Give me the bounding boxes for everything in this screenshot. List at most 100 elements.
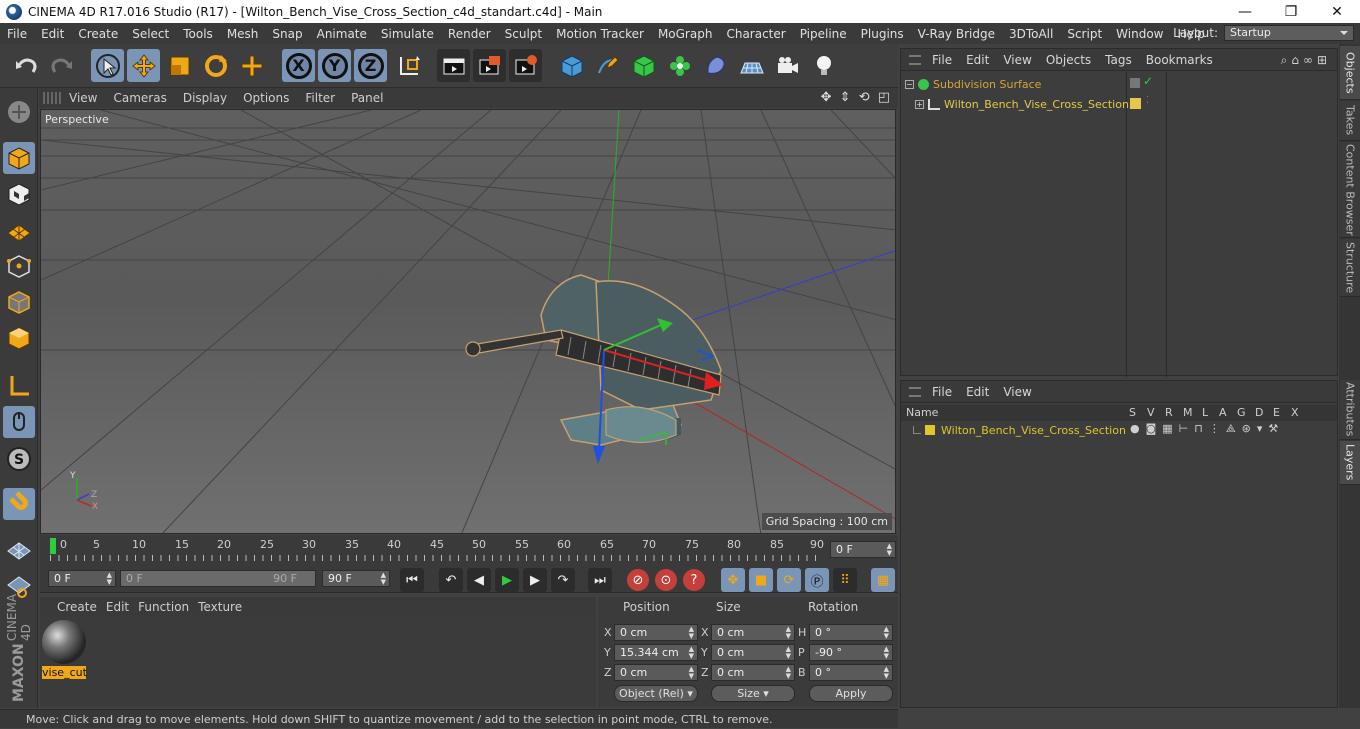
perspective-viewport[interactable]: Y Z X Perspective Grid Spacing : 100 cm	[40, 109, 896, 534]
key-scale-button[interactable]: ■	[749, 568, 773, 592]
keyframe-selection-button[interactable]: ?	[683, 569, 705, 591]
tweak-mode-button[interactable]	[3, 406, 35, 438]
object-menu-tags[interactable]: Tags	[1098, 53, 1139, 67]
expand-toggle-icon[interactable]: +	[915, 99, 924, 109]
polygons-mode-button[interactable]	[3, 322, 35, 354]
size-z-field[interactable]: 0 cm ▲ ▼	[711, 664, 795, 681]
layer-flag-icons[interactable]: ●◙▦⊢⊓⋮⟁⊛▾⚒	[1130, 422, 1284, 436]
minimize-button[interactable]: —	[1222, 0, 1268, 23]
previous-key-button[interactable]: ↶	[439, 568, 463, 592]
render-dot-icons[interactable]: ⁚	[1146, 95, 1149, 106]
menu-script[interactable]: Script	[1060, 27, 1109, 41]
maximize-button[interactable]: ❐	[1268, 0, 1314, 23]
material-menu-create[interactable]: Create	[40, 600, 106, 614]
timeline-window-button[interactable]: ▦	[871, 568, 895, 592]
viewport-menu-panel[interactable]: Panel	[343, 91, 391, 105]
col-solo[interactable]: S	[1129, 406, 1136, 419]
col-deformers[interactable]: D	[1255, 406, 1263, 419]
layer-color-tag[interactable]	[1130, 98, 1141, 109]
tab-takes[interactable]: Takes	[1340, 101, 1360, 141]
pos-z-field[interactable]: 0 cm ▲ ▼	[614, 664, 698, 681]
material-menu-texture[interactable]: Texture	[198, 600, 251, 614]
col-generators[interactable]: G	[1237, 406, 1246, 419]
viewport-menu-display[interactable]: Display	[175, 91, 235, 105]
play-button[interactable]: ▶	[495, 568, 519, 592]
add-spline-button[interactable]	[591, 49, 624, 82]
coordinate-system-button[interactable]	[392, 49, 425, 82]
menu-create[interactable]: Create	[71, 27, 125, 41]
tab-objects[interactable]: Objects	[1340, 46, 1360, 100]
tab-attributes[interactable]: Attributes	[1340, 380, 1360, 440]
rot-h-field[interactable]: 0 ° ▲ ▼	[809, 624, 893, 641]
layout-dropdown[interactable]: Startup	[1224, 25, 1354, 41]
magnet-snap-button[interactable]	[3, 488, 35, 520]
make-editable-button[interactable]	[3, 96, 35, 128]
go-to-start-button[interactable]: ⏮	[400, 568, 424, 592]
key-rotation-button[interactable]: ⟳	[777, 568, 801, 592]
viewport-navigation-icons[interactable]: ✥ ⇕ ⟲ ◰	[821, 90, 892, 105]
end-frame-field[interactable]: 90 F ▲ ▼	[322, 570, 390, 587]
material-menu-function[interactable]: Function	[138, 600, 198, 614]
menu-character[interactable]: Character	[719, 27, 792, 41]
move-tool-button[interactable]	[127, 49, 160, 82]
key-position-button[interactable]: ✥	[721, 568, 745, 592]
add-deformer-button[interactable]	[699, 49, 732, 82]
viewport-menu-filter[interactable]: Filter	[297, 91, 343, 105]
viewport-menu-cameras[interactable]: Cameras	[105, 91, 174, 105]
tab-structure[interactable]: Structure	[1340, 239, 1360, 297]
frame-range-slider[interactable]: 0 F 90 F	[120, 570, 316, 587]
snapping-button[interactable]: S	[3, 443, 35, 475]
menu-mesh[interactable]: Mesh	[220, 27, 266, 41]
record-active-objects-button[interactable]: ⊘	[627, 569, 649, 591]
apply-button[interactable]: Apply	[809, 685, 893, 702]
menu-edit[interactable]: Edit	[34, 27, 71, 41]
layer-row[interactable]: Wilton_Bench_Vise_Cross_Section	[913, 421, 1126, 439]
render-settings-button[interactable]	[509, 49, 542, 82]
viewport-menu-view[interactable]: View	[61, 91, 105, 105]
rotate-tool-button[interactable]	[199, 49, 232, 82]
col-expressions[interactable]: E	[1273, 406, 1280, 419]
enabled-check-icon[interactable]: ✓	[1143, 74, 1153, 88]
layer-menu-view[interactable]: View	[996, 385, 1038, 399]
object-menu-file[interactable]: File	[925, 53, 959, 67]
x-axis-lock-button[interactable]: X	[282, 49, 315, 82]
menu-file[interactable]: File	[0, 27, 34, 41]
previous-frame-button[interactable]: ◀	[467, 568, 491, 592]
pos-x-field[interactable]: 0 cm ▲ ▼	[614, 624, 698, 641]
next-key-button[interactable]: ↷	[551, 568, 575, 592]
render-picture-viewer-button[interactable]	[473, 49, 506, 82]
object-row-subdivision[interactable]: − Subdivision Surface	[905, 75, 1041, 93]
menu-mograph[interactable]: MoGraph	[651, 27, 720, 41]
grid-floor-button[interactable]	[3, 534, 35, 566]
add-subdivision-button[interactable]	[627, 49, 660, 82]
add-camera-button[interactable]	[771, 49, 804, 82]
vise-model[interactable]	[465, 274, 722, 446]
layer-panel-menu-icon[interactable]	[909, 386, 921, 397]
coordinate-mode-dropdown[interactable]: Object (Rel) ▾	[614, 685, 698, 702]
autokeying-button[interactable]: ⊙	[655, 569, 677, 591]
menu-snap[interactable]: Snap	[265, 27, 309, 41]
size-y-field[interactable]: 0 cm ▲ ▼	[711, 644, 795, 661]
col-render[interactable]: R	[1165, 406, 1173, 419]
menu-sculpt[interactable]: Sculpt	[498, 27, 549, 41]
key-parameter-button[interactable]: Ⓟ	[805, 568, 829, 592]
menu-render[interactable]: Render	[441, 27, 498, 41]
material-swatch[interactable]: vise_cut	[42, 620, 87, 679]
scale-tool-button[interactable]	[163, 49, 196, 82]
menu-pipeline[interactable]: Pipeline	[793, 27, 854, 41]
visibility-toggle[interactable]	[1130, 78, 1140, 88]
collapse-toggle-icon[interactable]: −	[905, 79, 914, 89]
col-name[interactable]: Name	[906, 406, 938, 419]
tab-content-browser[interactable]: Content Browser	[1340, 142, 1360, 238]
layer-color-swatch[interactable]	[925, 425, 935, 435]
texture-mode-button[interactable]	[3, 178, 35, 210]
add-light-button[interactable]	[807, 49, 840, 82]
y-axis-lock-button[interactable]: Y	[318, 49, 351, 82]
close-button[interactable]: ✕	[1314, 0, 1360, 23]
viewport-menu-options[interactable]: Options	[235, 91, 297, 105]
rot-p-field[interactable]: -90 ° ▲ ▼	[809, 644, 893, 661]
add-cube-button[interactable]	[555, 49, 588, 82]
start-frame-field[interactable]: 0 F ▲ ▼	[48, 570, 116, 587]
size-x-field[interactable]: 0 cm ▲ ▼	[711, 624, 795, 641]
layer-menu-edit[interactable]: Edit	[959, 385, 996, 399]
